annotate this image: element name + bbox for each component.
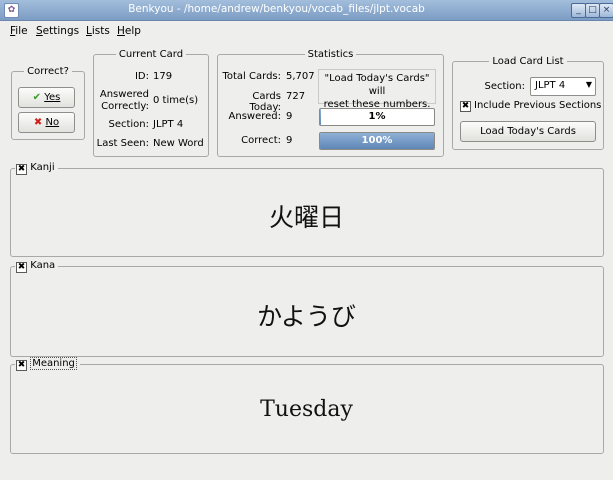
correct-progress-text: 100%	[361, 135, 393, 146]
correct-label: Correct:	[241, 135, 281, 146]
menu-bar: File Settings Lists Help	[0, 21, 613, 41]
correct-value: 9	[286, 135, 293, 146]
chevron-down-icon: ▼	[585, 80, 592, 89]
last-seen-value: New Word	[153, 138, 204, 149]
maximize-button[interactable]: □	[585, 3, 600, 18]
checkmark-icon: ✔	[32, 92, 42, 103]
answered-correctly-label-1: Answered	[99, 89, 149, 100]
kana-text: かようび	[257, 302, 356, 331]
reset-notice: "Load Today's Cards" will reset these nu…	[318, 69, 436, 110]
include-previous-checkbox[interactable]: ✖	[460, 101, 471, 112]
answered-correctly-value: 0 time(s)	[153, 95, 199, 106]
last-seen-label: Last Seen:	[96, 138, 149, 149]
include-previous-label: Include Previous Sections	[474, 100, 602, 111]
meaning-legend-label: Meaning	[30, 357, 77, 370]
kana-checkbox[interactable]: ✖	[16, 262, 27, 273]
total-cards-value: 5,707	[286, 71, 315, 82]
answered-progress-bar: 1%	[319, 108, 435, 126]
current-card-legend: Current Card	[115, 49, 187, 60]
section-label: Section:	[108, 119, 149, 130]
kanji-legend-label: Kanji	[30, 162, 55, 173]
minimize-button[interactable]: _	[571, 3, 586, 18]
meaning-legend[interactable]: ✖ Meaning	[15, 357, 80, 371]
yes-label: Yes	[44, 92, 61, 103]
kanji-legend[interactable]: ✖ Kanji	[15, 162, 58, 175]
menu-help[interactable]: Help	[117, 25, 141, 37]
meaning-text: Tuesday	[260, 397, 353, 422]
menu-lists[interactable]: Lists	[86, 25, 110, 37]
yes-button[interactable]: ✔ Yes	[18, 87, 75, 108]
total-cards-label: Total Cards:	[222, 71, 281, 82]
reset-notice-line-1: "Load Today's Cards" will	[324, 73, 430, 97]
load-todays-cards-button[interactable]: Load Today's Cards	[460, 121, 596, 142]
section-select-value: JLPT 4	[535, 80, 566, 91]
answered-progress-text: 1%	[368, 111, 386, 122]
section-select[interactable]: JLPT 4 ▼	[530, 77, 596, 96]
no-button[interactable]: ✖ No	[18, 112, 75, 133]
title-bar[interactable]: ✿ Benkyou - /home/andrew/benkyou/vocab_f…	[0, 0, 613, 21]
correct-progress-bar: 100%	[319, 132, 435, 150]
menu-file[interactable]: File	[10, 25, 28, 37]
kanji-checkbox[interactable]: ✖	[16, 164, 27, 175]
load-section-label: Section:	[484, 81, 525, 92]
section-value: JLPT 4	[153, 119, 184, 130]
close-button[interactable]: ×	[599, 3, 613, 18]
window-title: Benkyou - /home/andrew/benkyou/vocab_fil…	[128, 3, 425, 15]
cards-today-value: 727	[286, 91, 306, 102]
no-label: No	[45, 117, 60, 128]
id-value: 179	[153, 71, 173, 82]
cards-today-label: Cards Today:	[249, 91, 281, 113]
correct-legend: Correct?	[24, 66, 72, 77]
meaning-checkbox[interactable]: ✖	[16, 360, 27, 371]
id-label: ID:	[134, 71, 149, 82]
kana-legend-label: Kana	[30, 260, 56, 271]
answered-correctly-label-2: Correctly:	[101, 101, 149, 112]
menu-settings[interactable]: Settings	[36, 25, 79, 37]
answered-value: 9	[286, 111, 293, 122]
load-card-list-legend: Load Card List	[489, 56, 567, 67]
kanji-text: 火曜日	[268, 203, 344, 232]
red-x-icon: ✖	[33, 117, 43, 128]
kana-legend[interactable]: ✖ Kana	[15, 260, 59, 273]
statistics-legend: Statistics	[304, 49, 357, 60]
answered-label: Answered:	[228, 111, 281, 122]
